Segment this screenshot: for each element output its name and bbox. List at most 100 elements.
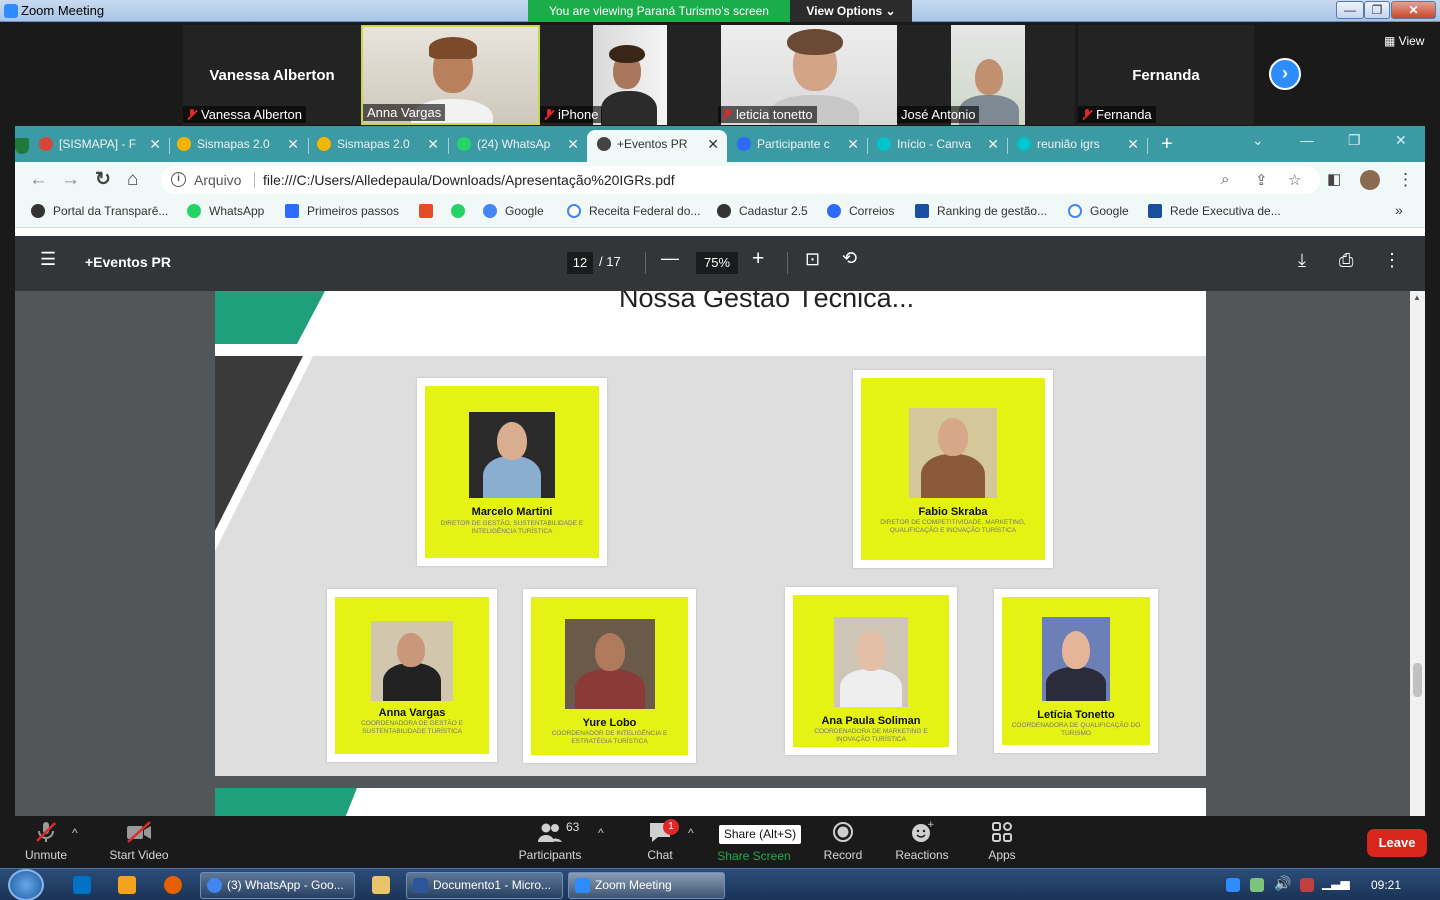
more-bookmarks-chevron-icon[interactable]: »	[1395, 202, 1403, 218]
rotate-icon[interactable]: ⟲	[842, 248, 857, 269]
browser-tab[interactable]: reunião igrs ✕	[1007, 130, 1147, 162]
participant-tile-active-speaker[interactable]: Anna Vargas	[361, 25, 540, 125]
bookmark-item[interactable]	[419, 204, 441, 218]
profile-avatar[interactable]	[1360, 170, 1380, 190]
close-tab-icon[interactable]: ✕	[847, 130, 859, 158]
network-tray-icon[interactable]	[1250, 878, 1264, 892]
browser-tab[interactable]: (24) WhatsAp ✕	[447, 130, 587, 162]
bookmark-favicon-icon	[419, 204, 433, 218]
download-icon[interactable]: ⤓	[1298, 250, 1306, 271]
minimize-button[interactable]: —	[1336, 1, 1364, 19]
view-options-button[interactable]: View Options ⌄	[790, 0, 912, 22]
participant-tile[interactable]: leticia tonetto	[718, 25, 897, 125]
close-tab-icon[interactable]: ✕	[149, 130, 161, 158]
volume-icon[interactable]: 🔊	[1274, 875, 1291, 892]
back-arrow-icon[interactable]: ←	[29, 168, 48, 192]
chat-caret-icon[interactable]: ^	[688, 826, 694, 840]
start-video-button[interactable]: Start Video	[103, 820, 175, 862]
bookmark-item[interactable]: Portal da Transparê...	[31, 204, 168, 218]
signal-icon[interactable]: ▁▃▅	[1322, 876, 1350, 890]
hamburger-menu-icon[interactable]: ☰	[40, 249, 56, 270]
record-button[interactable]: Record	[816, 820, 870, 862]
bookmark-star-icon[interactable]: ☆	[1288, 171, 1301, 189]
firefox-icon[interactable]	[164, 876, 182, 894]
share-screen-button[interactable]: Share Screen	[712, 849, 796, 863]
participant-tile[interactable]: iPhone	[540, 25, 718, 125]
tab-search-chevron-icon[interactable]: ⌄	[1252, 132, 1264, 149]
windows-start-icon[interactable]	[8, 869, 44, 900]
pdf-viewer[interactable]: Nossa Gestão Técnica... Marcelo Martini …	[15, 291, 1425, 816]
close-tab-icon[interactable]: ✕	[287, 130, 299, 158]
bookmark-item[interactable]: Cadastur 2.5	[717, 204, 808, 218]
scroll-thumb[interactable]	[1413, 663, 1422, 697]
browser-tab[interactable]: Sismapas 2.0 ✕	[307, 130, 447, 162]
participants-button[interactable]: 63 Participants	[514, 820, 586, 862]
zoom-magnifier-icon[interactable]: ⌕	[1221, 171, 1229, 188]
browser-menu-icon[interactable]: ⋮	[1397, 168, 1414, 192]
browser-minimize-icon[interactable]: —	[1300, 132, 1314, 148]
outlook-icon[interactable]	[73, 876, 91, 894]
browser-tab[interactable]: Sismapas 2.0 ✕	[167, 130, 307, 162]
view-button[interactable]: ▦ View	[1384, 34, 1424, 48]
forward-arrow-icon[interactable]: →	[61, 168, 80, 192]
bookmark-item[interactable]: Google	[1068, 204, 1129, 218]
browser-close-icon[interactable]: ✕	[1395, 132, 1407, 149]
taskbar-item-word[interactable]: Documento1 - Micro...	[406, 872, 563, 899]
print-icon[interactable]: ⎙	[1339, 250, 1353, 271]
file-explorer-icon[interactable]	[372, 876, 390, 894]
bookmark-item[interactable]	[451, 204, 473, 218]
bookmark-item[interactable]: WhatsApp	[187, 204, 264, 218]
close-tab-icon[interactable]: ✕	[987, 130, 999, 158]
action-center-icon[interactable]	[1300, 878, 1314, 892]
new-tab-button[interactable]: +	[1161, 130, 1173, 158]
close-window-button[interactable]: ✕	[1391, 1, 1436, 19]
participant-tile[interactable]: Vanessa Alberton Vanessa Alberton	[183, 25, 361, 125]
zoom-tray-icon[interactable]	[1226, 878, 1240, 892]
browser-tab-active[interactable]: +Eventos PR ✕	[587, 130, 727, 162]
url-text[interactable]: file:///C:/Users/Alledepaula/Downloads/A…	[263, 172, 675, 188]
close-tab-icon[interactable]: ✕	[427, 130, 439, 158]
media-player-icon[interactable]	[118, 876, 136, 894]
audio-options-caret-icon[interactable]: ^	[72, 826, 78, 840]
browser-restore-icon[interactable]: ❐	[1348, 132, 1361, 149]
leave-meeting-button[interactable]: Leave	[1367, 829, 1427, 857]
bookmark-item[interactable]: Ranking de gestão...	[915, 204, 1047, 218]
bookmark-item[interactable]: Correios	[827, 204, 894, 218]
participant-tile[interactable]: José Antonio	[897, 25, 1075, 125]
browser-tab[interactable]: Participante c ✕	[727, 130, 867, 162]
unmute-button[interactable]: Unmute	[14, 820, 78, 862]
bookmark-item[interactable]: Google	[483, 204, 544, 218]
address-bar[interactable]: i Arquivo file:///C:/Users/Alledepaula/D…	[161, 166, 1320, 194]
close-tab-icon[interactable]: ✕	[567, 130, 579, 158]
side-panel-icon[interactable]: ◧	[1327, 168, 1341, 192]
bookmark-item[interactable]: Rede Executiva de...	[1148, 204, 1281, 218]
participant-tile[interactable]: Fernanda Fernanda	[1078, 25, 1254, 125]
reload-icon[interactable]: ↻	[95, 168, 111, 192]
browser-tab[interactable]: [SISMAPA] - F ✕	[29, 130, 169, 162]
chat-button[interactable]: Chat	[632, 820, 688, 862]
taskbar-item-zoom[interactable]: Zoom Meeting	[568, 872, 725, 899]
bookmark-item[interactable]: Receita Federal do...	[567, 204, 700, 218]
zoom-level-input[interactable]: 75%	[696, 252, 738, 274]
bookmark-item[interactable]: Primeiros passos	[285, 204, 399, 218]
more-options-icon[interactable]: ⋮	[1383, 250, 1401, 271]
share-icon[interactable]: ⇪	[1255, 171, 1268, 189]
pdf-scrollbar[interactable]: ▲	[1410, 291, 1425, 816]
taskbar-item-whatsapp[interactable]: (3) WhatsApp - Goo...	[200, 872, 355, 899]
close-tab-icon[interactable]: ✕	[707, 130, 719, 158]
close-tab-icon[interactable]: ✕	[1127, 130, 1139, 158]
participants-caret-icon[interactable]: ^	[598, 826, 604, 840]
browser-tab[interactable]: Início - Canva ✕	[867, 130, 1007, 162]
maximize-button[interactable]: ❐	[1364, 1, 1390, 19]
zoom-in-icon[interactable]: +	[752, 247, 764, 271]
reactions-button[interactable]: + Reactions	[890, 820, 954, 862]
bookmark-favicon-icon	[915, 204, 929, 218]
page-number-input[interactable]: 12	[567, 252, 593, 274]
info-icon[interactable]: i	[171, 172, 186, 187]
home-icon[interactable]: ⌂	[127, 168, 138, 192]
next-page-arrow-icon[interactable]: ›	[1269, 58, 1301, 90]
fit-page-icon[interactable]: ⊡	[805, 249, 820, 270]
apps-button[interactable]: Apps	[978, 820, 1026, 862]
scroll-up-icon[interactable]: ▲	[1413, 293, 1421, 302]
zoom-out-icon[interactable]: —	[661, 248, 679, 269]
